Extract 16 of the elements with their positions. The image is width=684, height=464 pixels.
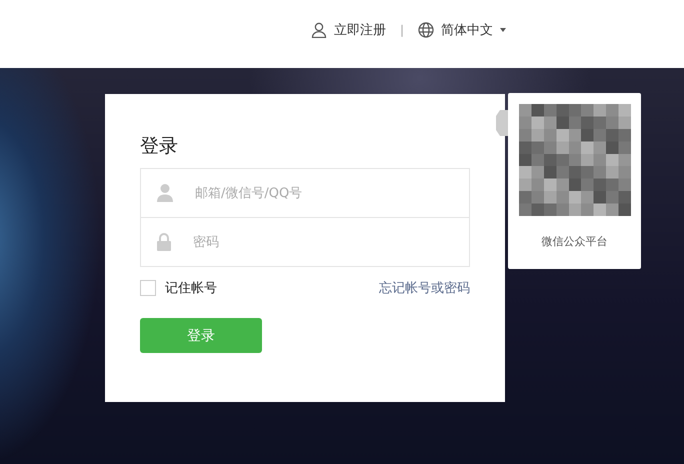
pointer-tab	[496, 110, 508, 136]
account-field[interactable]: 邮箱/微信号/QQ号	[193, 184, 469, 202]
remember-label: 记住帐号	[165, 280, 217, 297]
forgot-link[interactable]: 忘记帐号或密码	[379, 279, 470, 297]
globe-icon	[418, 22, 434, 38]
register-link[interactable]: 立即注册	[310, 21, 386, 39]
language-menu[interactable]: 简体中文	[418, 21, 506, 39]
caret-icon	[500, 28, 506, 32]
person-icon	[310, 22, 327, 38]
login-title: 登录	[140, 134, 179, 159]
remember-checkbox[interactable]	[140, 280, 156, 296]
qr-caption: 微信公众平台	[542, 234, 608, 249]
password-field[interactable]: 密码	[191, 234, 469, 250]
separator: |	[400, 23, 404, 37]
person-icon	[157, 184, 173, 202]
lock-icon	[157, 233, 171, 251]
